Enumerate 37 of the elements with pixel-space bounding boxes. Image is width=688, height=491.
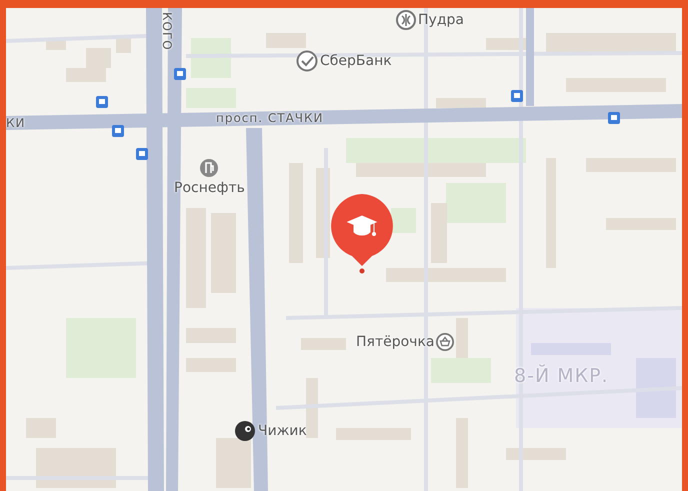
bird-icon[interactable] [234, 420, 256, 442]
street-label: КИ [6, 116, 26, 130]
street-label: КОГО [160, 12, 174, 51]
park-area [431, 358, 491, 383]
building [436, 98, 486, 108]
building [266, 33, 306, 48]
bus-stop-icon[interactable] [96, 96, 108, 108]
building [486, 38, 526, 50]
building [506, 448, 566, 460]
building [456, 318, 468, 358]
building [186, 358, 236, 372]
building [431, 203, 447, 263]
location-marker-icon[interactable] [328, 192, 396, 274]
street-label: просп. СТАЧКИ [216, 111, 324, 125]
bus-stop-icon[interactable] [608, 112, 620, 124]
bus-stop-icon[interactable] [174, 68, 186, 80]
place-label: Пудра [418, 12, 464, 28]
place-label: СберБанк [320, 53, 392, 69]
building [301, 338, 346, 350]
bus-stop-icon[interactable] [136, 148, 148, 160]
building [186, 328, 236, 343]
park-area [66, 318, 136, 378]
building [216, 438, 251, 488]
building [26, 418, 56, 438]
park-area [186, 88, 236, 108]
building [606, 218, 676, 230]
bus-stop-icon[interactable] [112, 125, 124, 137]
place-label: Роснефть [174, 180, 245, 196]
building [456, 418, 468, 488]
building [306, 378, 318, 438]
park-area [391, 208, 416, 233]
park-area [191, 38, 231, 78]
park-area [446, 183, 506, 223]
building [116, 38, 131, 53]
place-label: Пятёрочка [356, 334, 434, 350]
bus-stop-icon[interactable] [511, 90, 523, 102]
place-label: Чижик [258, 423, 307, 439]
